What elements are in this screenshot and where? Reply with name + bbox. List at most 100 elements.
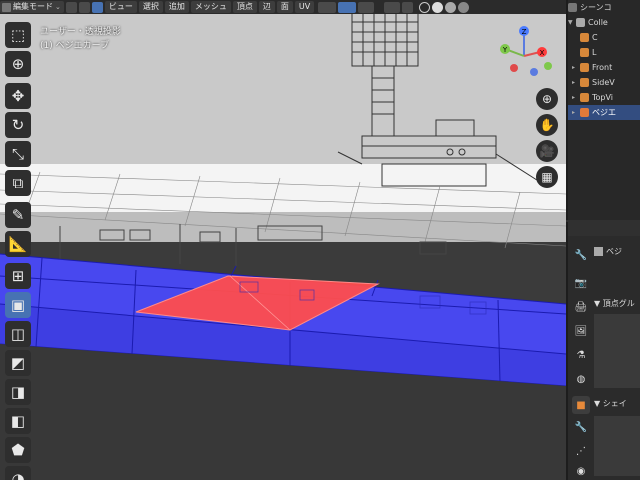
object-name-field[interactable]: ベジ: [594, 244, 622, 258]
light-object-icon: [580, 48, 589, 57]
tool-bar: ⬚ ⊕ ✥ ↻ ⤡ ⧉ ✎ 📐 ⊞ ▣ ◫ ◩ ◨ ◧ ⬟ ◔: [3, 22, 33, 480]
mesh-data-icon: [594, 246, 603, 256]
properties-header: [568, 222, 640, 236]
properties-panel: 🔧 📷 🖨 🖼 ⚗ ◍ ■ 🔧 ⋰ ◉ ベジ ▼ 頂点グル ▼ シェイ: [566, 222, 640, 480]
move-icon[interactable]: ✥: [5, 83, 31, 109]
loop-cut-icon[interactable]: ◨: [5, 379, 31, 405]
viewport-header: 編集モード ⌄ ビュー 選択 追加 メッシュ 頂点 辺 面 UV: [0, 0, 566, 14]
inset-faces-icon[interactable]: ◫: [5, 321, 31, 347]
expand-triangle-icon[interactable]: ▸: [572, 64, 578, 71]
expand-triangle-icon[interactable]: ▸: [572, 109, 578, 116]
poly-build-icon[interactable]: ⬟: [5, 437, 31, 463]
modifier-tab-icon[interactable]: 🔧: [572, 418, 590, 436]
collapse-icon: ▼: [594, 399, 603, 408]
vertex-select-icon[interactable]: [65, 1, 77, 13]
outliner-item-label: Front: [592, 63, 613, 72]
scale-icon[interactable]: ⤡: [5, 141, 31, 167]
annotate-icon[interactable]: ✎: [5, 202, 31, 228]
outliner-item-collection[interactable]: ▼ Colle: [568, 15, 640, 30]
scene-tab-icon[interactable]: ⚗: [572, 346, 590, 364]
transform-orientation-icon[interactable]: [318, 1, 337, 13]
camera-object-icon: [580, 33, 589, 42]
menu-vertex[interactable]: 頂点: [232, 1, 257, 13]
tool-tab-icon[interactable]: 🔧: [572, 246, 590, 264]
shading-rendered-icon[interactable]: [458, 1, 470, 13]
outliner-item-front[interactable]: ▸ Front: [568, 60, 640, 75]
outliner-item-topview[interactable]: ▸ TopVi: [568, 90, 640, 105]
vertex-groups-list[interactable]: [594, 314, 640, 388]
shape-keys-panel[interactable]: ▼ シェイ: [594, 398, 627, 410]
world-tab-icon[interactable]: ◍: [572, 370, 590, 388]
view-layer-tab-icon[interactable]: 🖼: [572, 322, 590, 340]
outliner-item-light[interactable]: L: [568, 45, 640, 60]
menu-face[interactable]: 面: [276, 1, 293, 13]
axis-z-label: Z: [522, 28, 527, 36]
edge-select-icon[interactable]: [78, 1, 90, 13]
shading-material-icon[interactable]: [445, 1, 457, 13]
physics-tab-icon[interactable]: ◉: [572, 462, 590, 480]
outliner-item-label: C: [592, 33, 598, 42]
expand-triangle-icon[interactable]: ▸: [572, 94, 578, 101]
menu-mesh[interactable]: メッシュ: [190, 1, 231, 13]
shading-wireframe-icon[interactable]: [419, 1, 431, 13]
object-tab-icon[interactable]: ■: [572, 396, 590, 414]
outliner-item-label: TopVi: [592, 93, 614, 102]
bevel-icon[interactable]: ◩: [5, 350, 31, 376]
image-empty-icon: [580, 63, 589, 72]
extrude-region-icon[interactable]: ▣: [5, 292, 31, 318]
proportional-edit-icon[interactable]: [358, 1, 375, 13]
chevron-down-icon: ⌄: [55, 3, 61, 11]
camera-view-icon[interactable]: 🎥: [536, 140, 558, 162]
add-cube-icon[interactable]: ⊞: [5, 263, 31, 289]
face-select-icon[interactable]: [91, 1, 103, 13]
zoom-icon[interactable]: ⊕: [536, 88, 558, 110]
outliner-item-sideview[interactable]: ▸ SideV: [568, 75, 640, 90]
rotate-icon[interactable]: ↻: [5, 112, 31, 138]
xray-icon[interactable]: [402, 1, 414, 13]
menu-view[interactable]: ビュー: [104, 1, 137, 13]
navigation-gizmo[interactable]: Z X Y: [490, 20, 560, 86]
collapse-icon: ▼: [594, 299, 603, 308]
menu-face-label: 面: [280, 2, 289, 11]
measure-icon[interactable]: 📐: [5, 231, 31, 257]
perspective-toggle-icon[interactable]: ▦: [536, 166, 558, 188]
axis-x-label: X: [540, 49, 545, 57]
snap-icon[interactable]: [338, 1, 357, 13]
outliner-item-label: SideV: [592, 78, 615, 87]
view-name: ユーザー・透視投影: [40, 27, 121, 37]
overlay-icon[interactable]: [384, 1, 401, 13]
menu-select-label: 選択: [142, 2, 159, 11]
menu-mesh-label: メッシュ: [194, 2, 227, 11]
3d-viewport[interactable]: ユーザー・透視投影 (1) ベジエカーブ ⬚ ⊕ ✥ ↻ ⤡ ⧉ ✎ 📐 ⊞ ▣…: [0, 14, 566, 480]
menu-select[interactable]: 選択: [138, 1, 163, 13]
shape-keys-list[interactable]: [594, 416, 640, 476]
mesh-object-icon: [580, 108, 589, 117]
mode-select[interactable]: 編集モード ⌄: [0, 1, 64, 13]
axis-gizmo[interactable]: Z X Y: [490, 20, 560, 86]
object-name-label: ベジ: [606, 246, 622, 256]
render-tab-icon[interactable]: 📷: [572, 274, 590, 292]
pan-hand-icon[interactable]: ✋: [536, 114, 558, 136]
outliner-item-label: L: [592, 48, 597, 57]
menu-view-label: ビュー: [108, 2, 133, 11]
cursor-icon[interactable]: ⊕: [5, 51, 31, 77]
vertex-groups-panel[interactable]: ▼ 頂点グル: [594, 298, 635, 310]
menu-add[interactable]: 追加: [164, 1, 189, 13]
menu-uv[interactable]: UV: [294, 1, 315, 13]
outliner-item-scene-collection[interactable]: シーンコ: [568, 0, 640, 15]
select-box-icon[interactable]: ⬚: [5, 22, 31, 48]
particles-tab-icon[interactable]: ⋰: [572, 442, 590, 460]
expand-triangle-icon[interactable]: ▼: [568, 19, 574, 26]
shading-solid-icon[interactable]: [432, 1, 444, 13]
axis-y-label: Y: [502, 46, 508, 54]
menu-edge[interactable]: 辺: [258, 1, 275, 13]
spin-icon[interactable]: ◔: [5, 466, 31, 480]
transform-icon[interactable]: ⧉: [5, 170, 31, 196]
expand-triangle-icon[interactable]: ▸: [572, 79, 578, 86]
knife-icon[interactable]: ◧: [5, 408, 31, 434]
output-tab-icon[interactable]: 🖨: [572, 298, 590, 316]
menu-edge-label: 辺: [262, 2, 271, 11]
outliner-item-camera[interactable]: C: [568, 30, 640, 45]
outliner-item-bezier[interactable]: ▸ ベジエ: [568, 105, 640, 120]
object-name: (1) ベジエカーブ: [40, 41, 110, 51]
